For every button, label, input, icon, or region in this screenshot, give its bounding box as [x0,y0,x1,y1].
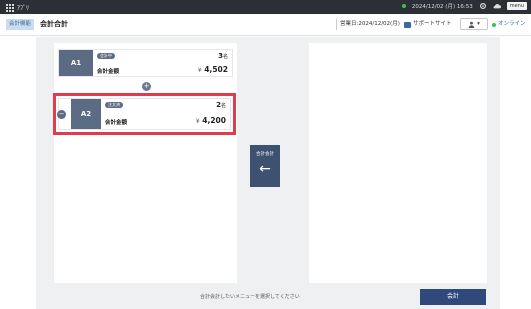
online-status: オンライン [492,19,526,30]
plus-icon[interactable]: + [142,82,151,91]
person-icon [468,21,475,28]
guest-count: 2名 [216,101,226,109]
cloud-icon[interactable] [493,2,501,10]
system-bar: ｱﾌﾟﾘ 2024/12/02 (月) 16:53 menu [0,0,531,14]
merge-target-panel[interactable] [309,43,487,283]
menu-button[interactable]: menu [506,2,527,10]
merge-button[interactable]: 合計会計 ← [250,145,280,187]
amount-value: ¥ 4,502 [197,65,228,74]
status-tag: 会計中 [97,53,115,59]
merge-button-label: 合計会計 [256,152,274,157]
guest-count: 3名 [218,52,228,60]
pay-button[interactable]: 会計 [420,289,486,305]
page-header: 会計機能 会計合計 営業日:2024/12/02(月) サポートサイト ▾ オン… [0,14,531,36]
book-icon [404,21,411,28]
system-datetime: 2024/12/02 (月) 16:53 [411,4,473,10]
business-date: 営業日:2024/12/02(月) [336,19,400,30]
source-list-panel [54,43,237,283]
chevron-down-icon: ▾ [477,21,480,27]
table-number-badge: A2 [71,99,101,129]
support-site-link[interactable]: サポートサイト [404,19,452,30]
remove-icon[interactable]: − [57,110,66,119]
breadcrumb[interactable]: 会計機能 [6,19,35,30]
arrow-left-icon: ← [259,161,271,177]
amount-value: ¥ 4,200 [195,116,226,125]
grid-icon[interactable] [6,3,14,12]
app-label: ｱﾌﾟﾘ [17,5,30,12]
apps-launcher[interactable]: ｱﾌﾟﾘ [6,3,29,12]
page-title: 会計合計 [40,20,68,28]
amount-label: 会計金額 [105,120,128,126]
online-label: オンライン [498,21,526,27]
status-tag: 注文済 [105,102,123,108]
instruction-text: 合計会計したいメニューを選択してください [200,294,300,300]
status-dot-icon [401,4,406,8]
gear-icon[interactable] [479,2,487,10]
online-dot-icon [492,22,496,27]
amount-label: 会計金額 [97,69,120,75]
support-label: サポートサイト [413,21,452,27]
table-card-a1[interactable]: A1 会計中 3名 会計金額 ¥ 4,502 [58,49,233,77]
table-card-a2[interactable]: − A2 注文済 2名 会計金額 ¥ 4,200 [57,98,231,130]
staff-select[interactable]: ▾ [460,18,488,30]
table-number-badge: A1 [59,50,93,76]
